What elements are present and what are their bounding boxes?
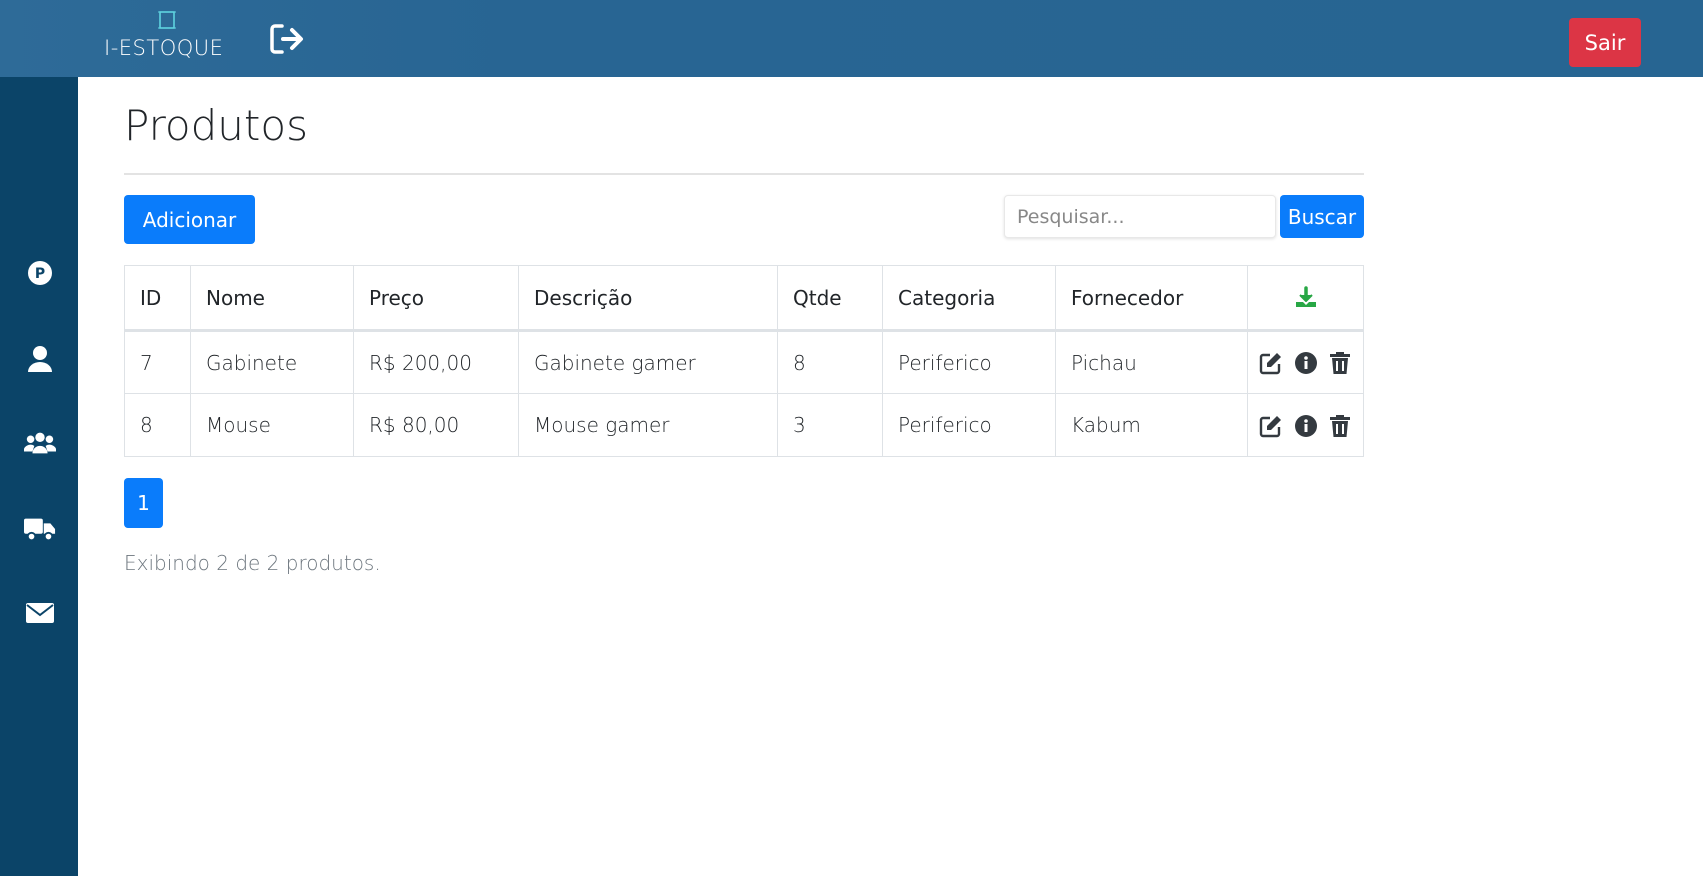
add-button[interactable]: Adicionar bbox=[124, 195, 255, 244]
sign-out-icon[interactable] bbox=[270, 22, 306, 56]
truck-icon bbox=[24, 518, 56, 542]
column-header-nome[interactable]: Nome bbox=[190, 265, 354, 332]
download-icon[interactable] bbox=[1294, 286, 1318, 310]
cell-nome: Mouse bbox=[190, 393, 354, 457]
cell-preco: R$ 80,00 bbox=[353, 393, 519, 457]
table-header-row: ID Nome Preço Descrição Qtde Categoria F… bbox=[124, 265, 1364, 332]
cell-id: 7 bbox=[124, 330, 191, 394]
cell-categoria: Periferico bbox=[882, 330, 1056, 394]
cell-descricao: Gabinete gamer bbox=[518, 330, 778, 394]
trash-icon[interactable] bbox=[1328, 414, 1352, 438]
svg-text:P: P bbox=[35, 266, 45, 282]
sidebar-item-user[interactable] bbox=[24, 343, 56, 375]
parking-icon: P bbox=[28, 261, 52, 285]
logo-text: I-ESTOQUE bbox=[104, 36, 224, 60]
results-info: Exibindo 2 de 2 produtos. bbox=[124, 551, 381, 575]
info-icon[interactable] bbox=[1294, 351, 1318, 375]
sidebar-item-products[interactable]: P bbox=[24, 257, 56, 289]
cell-fornecedor: Kabum bbox=[1055, 393, 1248, 457]
cell-categoria: Periferico bbox=[882, 393, 1056, 457]
sidebar: P bbox=[0, 77, 78, 876]
title-divider bbox=[124, 173, 1364, 175]
cell-qtde: 3 bbox=[777, 393, 883, 457]
top-navbar: I-ESTOQUE Sair bbox=[0, 0, 1703, 77]
column-header-id[interactable]: ID bbox=[124, 265, 191, 332]
app-logo[interactable]: I-ESTOQUE bbox=[104, 6, 228, 64]
column-header-fornecedor[interactable]: Fornecedor bbox=[1055, 265, 1248, 332]
cell-actions bbox=[1247, 330, 1364, 394]
search-input[interactable] bbox=[1004, 195, 1276, 238]
edit-icon[interactable] bbox=[1259, 351, 1283, 375]
search-button[interactable]: Buscar bbox=[1280, 195, 1364, 238]
table-row: 7 Gabinete R$ 200,00 Gabinete gamer 8 Pe… bbox=[124, 330, 1364, 394]
cell-nome: Gabinete bbox=[190, 330, 354, 394]
page-title: Produtos bbox=[124, 101, 308, 150]
pagination-page-1[interactable]: 1 bbox=[124, 478, 163, 528]
column-header-descricao[interactable]: Descrição bbox=[518, 265, 778, 332]
cell-qtde: 8 bbox=[777, 330, 883, 394]
main-content: Produtos Adicionar Buscar ID Nome Preço … bbox=[78, 77, 1703, 876]
user-icon bbox=[28, 346, 52, 372]
column-header-preco[interactable]: Preço bbox=[353, 265, 519, 332]
column-header-categoria[interactable]: Categoria bbox=[882, 265, 1056, 332]
sidebar-item-users[interactable] bbox=[24, 427, 56, 459]
cell-preco: R$ 200,00 bbox=[353, 330, 519, 394]
sidebar-item-suppliers[interactable] bbox=[24, 513, 56, 545]
cell-descricao: Mouse gamer bbox=[518, 393, 778, 457]
cell-actions bbox=[1247, 393, 1364, 457]
sidebar-item-messages[interactable] bbox=[24, 597, 56, 629]
products-table: ID Nome Preço Descrição Qtde Categoria F… bbox=[124, 265, 1364, 457]
logo-frame-icon bbox=[158, 11, 176, 29]
trash-icon[interactable] bbox=[1328, 351, 1352, 375]
envelope-icon bbox=[26, 603, 54, 623]
cell-id: 8 bbox=[124, 393, 191, 457]
column-header-qtde[interactable]: Qtde bbox=[777, 265, 883, 332]
logout-button[interactable]: Sair bbox=[1569, 18, 1641, 67]
edit-icon[interactable] bbox=[1259, 414, 1283, 438]
users-icon bbox=[24, 432, 56, 454]
cell-fornecedor: Pichau bbox=[1055, 330, 1248, 394]
info-icon[interactable] bbox=[1294, 414, 1318, 438]
column-header-download bbox=[1247, 265, 1364, 332]
table-row: 8 Mouse R$ 80,00 Mouse gamer 3 Periferic… bbox=[124, 393, 1364, 457]
